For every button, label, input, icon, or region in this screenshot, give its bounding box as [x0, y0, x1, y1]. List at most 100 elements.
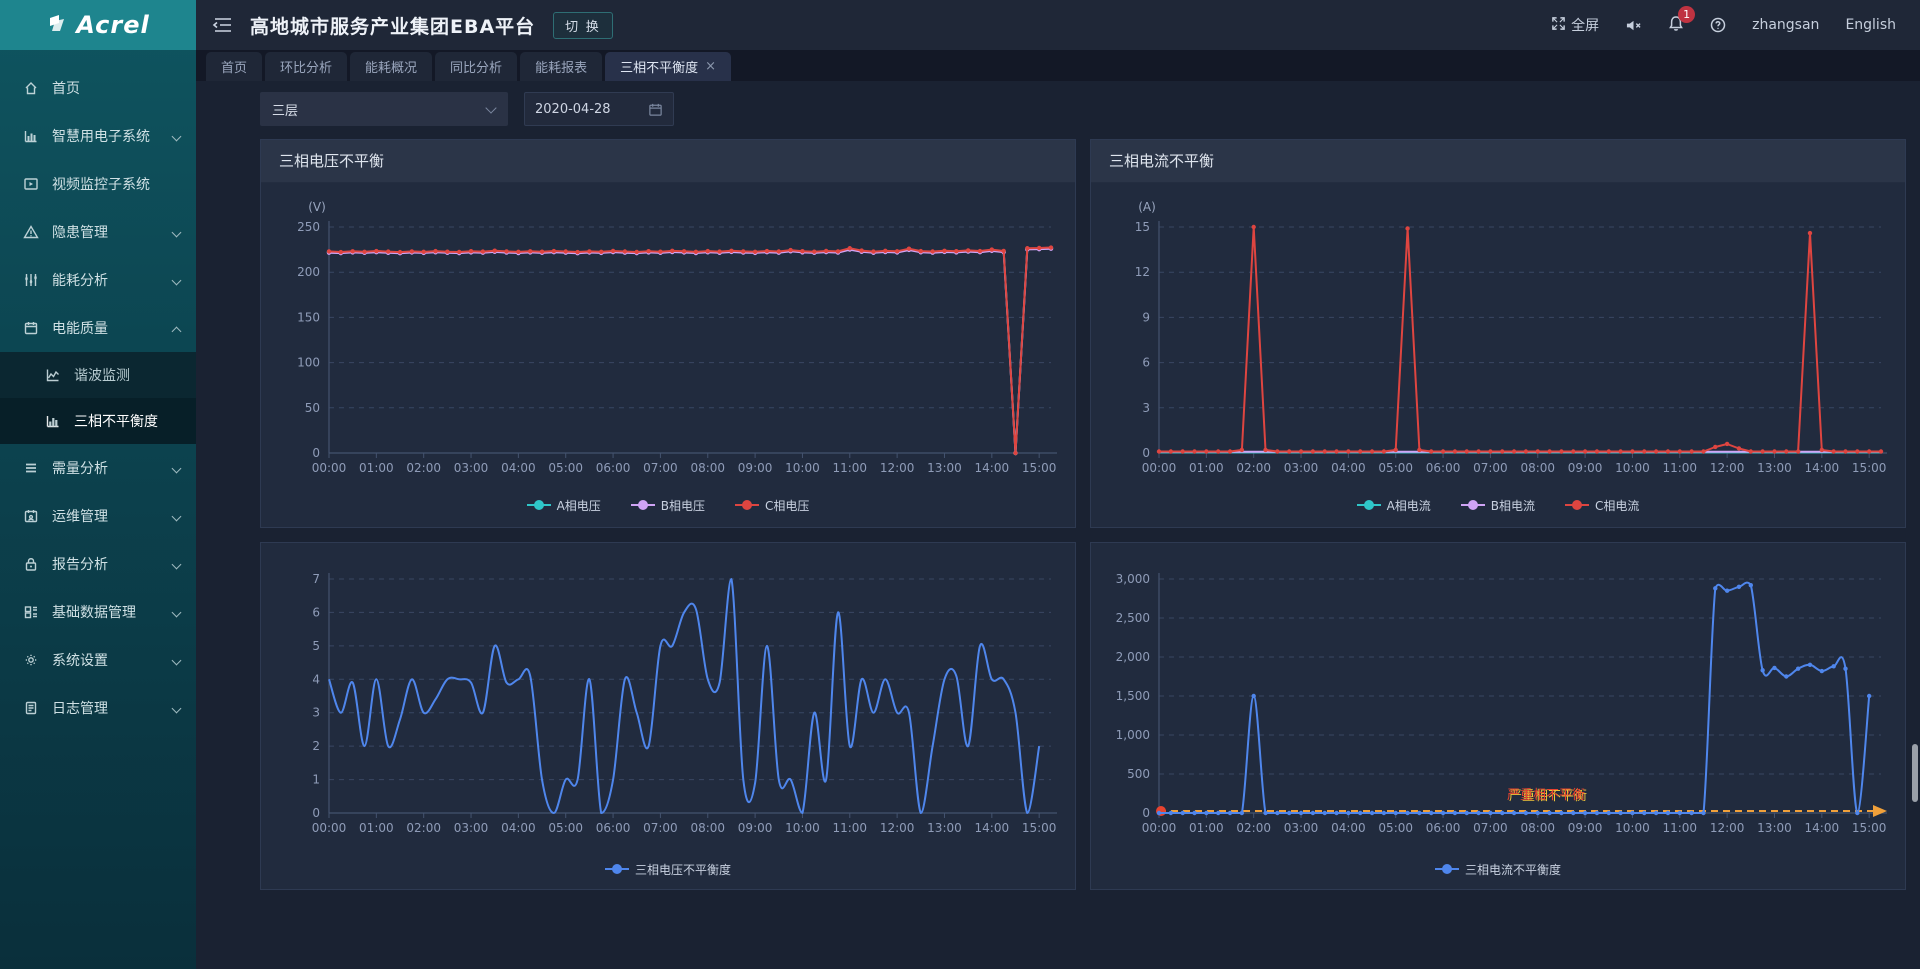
svg-text:12:00: 12:00 [880, 821, 915, 835]
language-switch[interactable]: English [1845, 17, 1896, 33]
sidebar-subitem-三相不平衡度[interactable]: 三相不平衡度 [0, 398, 196, 444]
legend-item-B相电流[interactable]: B相电流 [1461, 497, 1535, 514]
svg-text:00:00: 00:00 [1142, 461, 1177, 475]
legend-item-A相电压[interactable]: A相电压 [527, 497, 601, 514]
svg-text:05:00: 05:00 [1378, 821, 1413, 835]
legend-item-A相电流[interactable]: A相电流 [1357, 497, 1431, 514]
chart-legend: 三相电流不平衡度 [1101, 855, 1895, 883]
chevron-down-icon [172, 655, 182, 665]
legend-marker [1461, 504, 1485, 506]
log-icon [22, 699, 40, 717]
sidebar-item-label: 系统设置 [52, 650, 172, 670]
svg-text:11:00: 11:00 [1662, 821, 1697, 835]
sidebar: Acrel 首页智慧用电子系统视频监控子系统隐患管理能耗分析电能质量谐波监测三相… [0, 0, 196, 969]
svg-text:250: 250 [297, 220, 320, 234]
sidebar-item-label: 智慧用电子系统 [52, 126, 172, 146]
sidebar-item-10[interactable]: 系统设置 [0, 636, 196, 684]
svg-text:500: 500 [1127, 767, 1150, 781]
sidebar-item-label: 日志管理 [52, 698, 172, 718]
switch-button[interactable]: 切 换 [553, 12, 613, 39]
svg-text:00:00: 00:00 [1142, 821, 1177, 835]
date-picker[interactable]: 2020-04-28 [524, 92, 674, 126]
sidebar-item-label: 报告分析 [52, 554, 172, 574]
svg-text:严重相不平衡: 严重相不平衡 [1507, 787, 1585, 803]
sidebar-item-6[interactable]: 需量分析 [0, 444, 196, 492]
svg-text:13:00: 13:00 [927, 821, 962, 835]
tab-bar: 首页环比分析能耗概况同比分析能耗报表三相不平衡度× [196, 50, 1920, 81]
close-icon[interactable]: × [705, 59, 716, 74]
chart-legend: A相电压 B相电压 C相电压 [271, 491, 1065, 519]
current-unbalance-chart: 0369121500:0001:0002:0003:0004:0005:0006… [1101, 191, 1895, 491]
svg-text:1,000: 1,000 [1116, 728, 1150, 742]
svg-text:15:00: 15:00 [1022, 461, 1057, 475]
legend-item-B相电压[interactable]: B相电压 [631, 497, 705, 514]
svg-text:14:00: 14:00 [975, 461, 1010, 475]
sidebar-item-1[interactable]: 智慧用电子系统 [0, 112, 196, 160]
svg-text:(V): (V) [308, 200, 326, 214]
svg-text:2,500: 2,500 [1116, 611, 1150, 625]
svg-text:04:00: 04:00 [501, 461, 536, 475]
legend-item-三相电流不平衡度[interactable]: 三相电流不平衡度 [1435, 861, 1561, 878]
svg-text:100: 100 [297, 356, 320, 370]
sidebar-item-3[interactable]: 隐患管理 [0, 208, 196, 256]
legend-item-C相电流[interactable]: C相电流 [1565, 497, 1639, 514]
collapse-sidebar-icon[interactable] [212, 14, 234, 36]
chevron-down-icon [172, 227, 182, 237]
tab-能耗报表[interactable]: 能耗报表 [520, 52, 602, 81]
svg-text:01:00: 01:00 [1189, 461, 1224, 475]
help-button[interactable] [1710, 17, 1726, 33]
svg-text:10:00: 10:00 [1615, 461, 1650, 475]
svg-text:14:00: 14:00 [1805, 821, 1840, 835]
fullscreen-button[interactable]: 全屏 [1551, 15, 1599, 35]
tab-同比分析[interactable]: 同比分析 [435, 52, 517, 81]
mute-icon[interactable] [1625, 18, 1642, 33]
legend-item-C相电压[interactable]: C相电压 [735, 497, 809, 514]
svg-text:12:00: 12:00 [1710, 821, 1745, 835]
sidebar-item-2[interactable]: 视频监控子系统 [0, 160, 196, 208]
scrollbar-thumb[interactable] [1912, 744, 1918, 802]
topbar-actions: 全屏 1 zhangsan English [1551, 15, 1896, 36]
tab-环比分析[interactable]: 环比分析 [265, 52, 347, 81]
sidebar-item-9[interactable]: 基础数据管理 [0, 588, 196, 636]
sidebar-item-8[interactable]: 报告分析 [0, 540, 196, 588]
main-content: 三层 2020-04-28 三相电压不平衡 05010015020025000:… [196, 81, 1920, 969]
svg-text:13:00: 13:00 [1757, 461, 1792, 475]
svg-text:12: 12 [1135, 265, 1150, 279]
svg-text:3: 3 [1142, 401, 1150, 415]
tab-首页[interactable]: 首页 [206, 52, 262, 81]
svg-text:03:00: 03:00 [1284, 461, 1319, 475]
sidebar-item-5[interactable]: 电能质量 [0, 304, 196, 352]
sidebar-item-0[interactable]: 首页 [0, 64, 196, 112]
voltage-unbalance-degree-chart: 0123456700:0001:0002:0003:0004:0005:0006… [271, 555, 1065, 855]
legend-item-三相电压不平衡度[interactable]: 三相电压不平衡度 [605, 861, 731, 878]
svg-text:07:00: 07:00 [1473, 461, 1508, 475]
sidebar-item-4[interactable]: 能耗分析 [0, 256, 196, 304]
sidebar-item-7[interactable]: 运维管理 [0, 492, 196, 540]
filter-row: 三层 2020-04-28 [260, 92, 1906, 126]
svg-text:15:00: 15:00 [1852, 461, 1887, 475]
svg-text:7: 7 [312, 572, 320, 586]
svg-text:01:00: 01:00 [359, 461, 394, 475]
sidebar-subitem-谐波监测[interactable]: 谐波监测 [0, 352, 196, 398]
svg-text:06:00: 06:00 [596, 461, 631, 475]
svg-text:07:00: 07:00 [643, 461, 678, 475]
svg-text:13:00: 13:00 [1757, 821, 1792, 835]
sidebar-item-11[interactable]: 日志管理 [0, 684, 196, 732]
chevron-down-icon [172, 275, 182, 285]
svg-text:05:00: 05:00 [548, 461, 583, 475]
svg-text:15:00: 15:00 [1852, 821, 1887, 835]
current-unbalance-degree-chart: 05001,0001,5002,0002,5003,00000:0001:000… [1101, 555, 1895, 855]
sidebar-item-label: 需量分析 [52, 458, 172, 478]
unbalance-icon [44, 412, 62, 430]
svg-text:07:00: 07:00 [643, 821, 678, 835]
user-name[interactable]: zhangsan [1752, 17, 1819, 33]
floor-select[interactable]: 三层 [260, 92, 508, 126]
notifications-button[interactable]: 1 [1668, 15, 1684, 36]
tab-三相不平衡度[interactable]: 三相不平衡度× [605, 52, 731, 81]
svg-text:11:00: 11:00 [832, 461, 867, 475]
svg-text:05:00: 05:00 [548, 821, 583, 835]
tab-能耗概况[interactable]: 能耗概况 [350, 52, 432, 81]
svg-text:00:00: 00:00 [312, 821, 347, 835]
svg-text:03:00: 03:00 [1284, 821, 1319, 835]
svg-text:10:00: 10:00 [785, 821, 820, 835]
